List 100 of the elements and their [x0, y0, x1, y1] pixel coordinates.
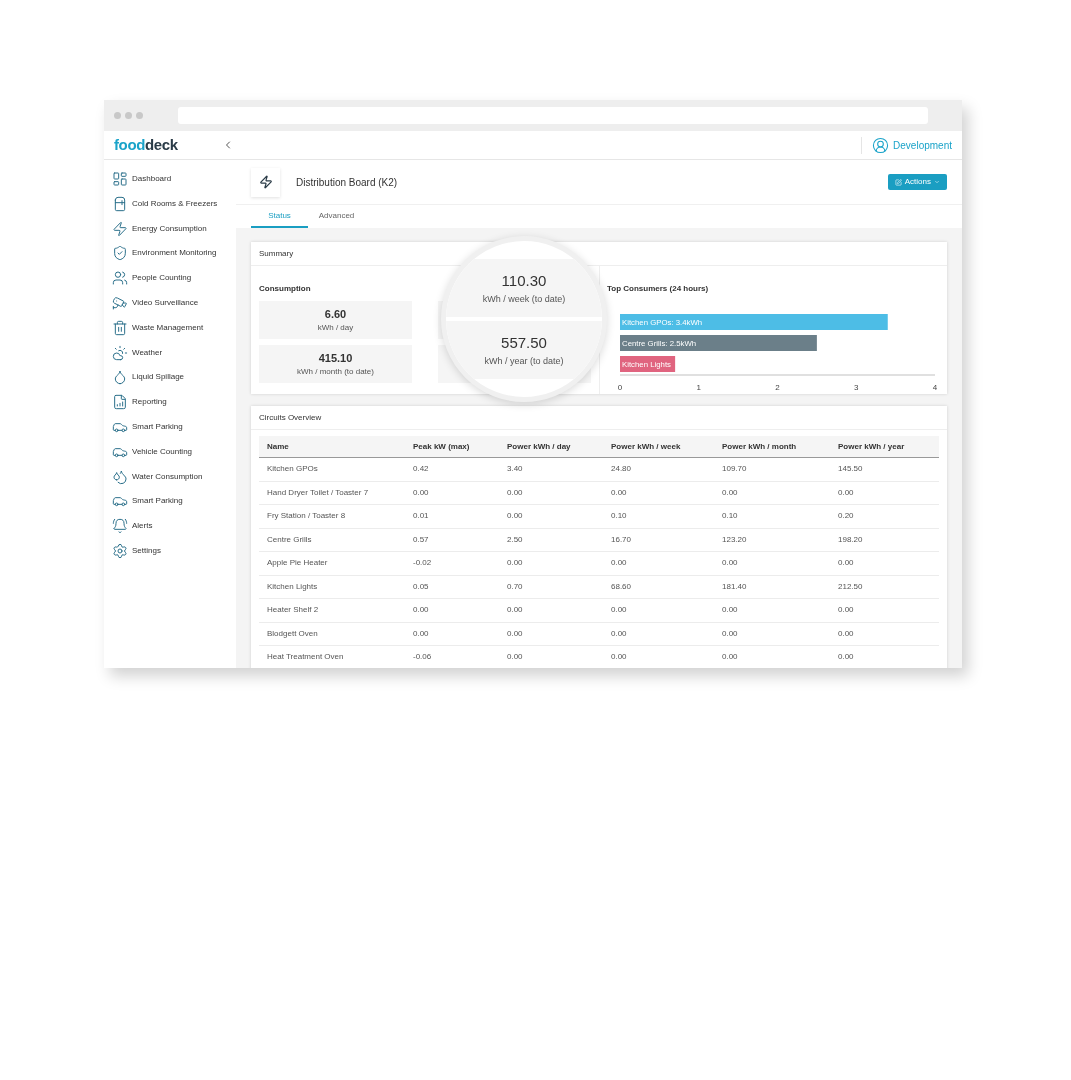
table-cell-text: Kitchen GPOs	[267, 463, 319, 476]
table-cell-text: Heat Treatment Oven	[267, 651, 345, 664]
table-cell-text: 0.00	[722, 604, 739, 617]
bin-icon[interactable]	[112, 319, 128, 336]
stat-value: 110.30	[501, 271, 547, 291]
settings-icon[interactable]	[112, 542, 128, 559]
sidebar-item[interactable]: Dashboard	[132, 173, 172, 185]
table-cell-text: 0.00	[611, 604, 628, 617]
table-cell-text: 0.00	[507, 604, 524, 617]
chart-bar	[620, 356, 676, 372]
sidebar-item[interactable]: Cold Rooms & Freezers	[132, 197, 218, 210]
table-cell-text: 0.00	[611, 557, 628, 570]
axis-tick-label: 4	[932, 383, 938, 392]
table-cell-text: 0.00	[722, 627, 739, 640]
table-cell-text: 0.00	[507, 557, 524, 570]
sidebar-item[interactable]: Waste Management	[132, 321, 204, 334]
table-cell-text: Apple Pie Heater	[267, 557, 329, 570]
sidebar-item[interactable]: Liquid Spillage	[132, 371, 185, 384]
tab[interactable]: Advanced	[308, 205, 365, 228]
droplets-icon[interactable]	[112, 468, 128, 485]
stat-unit: kWh / day	[317, 322, 354, 335]
sidebar-item[interactable]: Settings	[132, 544, 161, 557]
sidebar-item[interactable]: Smart Parking	[132, 495, 183, 508]
fridge-icon[interactable]	[112, 195, 128, 212]
table-cell-text: 3.40	[507, 463, 524, 476]
caret-icon	[934, 179, 940, 185]
lightning-icon[interactable]	[112, 220, 128, 237]
table-cell-text: 0.00	[507, 627, 524, 640]
table-cell-text: 212.50	[838, 580, 864, 593]
sidebar-item[interactable]: Vehicle Counting	[132, 445, 193, 458]
table-cell-text: 0.00	[507, 510, 524, 523]
table-cell-text: 0.01	[413, 510, 430, 523]
table-cell-text: 0.20	[838, 510, 855, 523]
sidebar-item[interactable]: Environment Monitoring	[132, 247, 217, 260]
table-cell-text: 0.00	[507, 651, 524, 664]
stat-unit: kWh / year (to date)	[484, 354, 564, 368]
people-icon[interactable]	[112, 270, 128, 287]
column-header: Power kWh / week	[611, 440, 682, 453]
table-cell-text: 0.00	[838, 604, 855, 617]
report-icon[interactable]	[112, 394, 128, 411]
table-cell-text: 0.42	[413, 463, 430, 476]
edit-icon	[894, 178, 902, 186]
sidebar-item[interactable]: Weather	[132, 346, 163, 359]
fooddeck-logo[interactable]: fooddeck	[114, 133, 178, 157]
user-icon[interactable]	[872, 136, 890, 154]
table-cell-text: 24.80	[611, 463, 633, 476]
page-title: Distribution Board (K2)	[296, 175, 398, 190]
column-header: Name	[267, 440, 290, 453]
lightning-icon	[258, 175, 273, 189]
table-cell-text: 2.50	[507, 533, 524, 546]
table-cell-text: 145.50	[838, 463, 864, 476]
camera-icon[interactable]	[112, 295, 128, 311]
table-cell-text: 0.00	[838, 486, 855, 499]
table-cell-text: 0.00	[722, 651, 739, 664]
sidebar-item[interactable]: Video Surveillance	[132, 297, 199, 309]
table-cell-text: Centre Grills	[267, 533, 313, 546]
axis-tick-label: 2	[775, 383, 780, 392]
column-header: Power kWh / year	[838, 440, 906, 453]
sidebar-item[interactable]: Energy Consumption	[132, 222, 207, 235]
dashboard-icon[interactable]	[112, 171, 128, 187]
bell-icon[interactable]	[112, 518, 128, 535]
stat-value: 415.10	[318, 350, 353, 366]
table-cell-text: 0.00	[413, 627, 430, 640]
table-cell-text: 0.00	[507, 486, 524, 499]
table-cell-text: 0.05	[413, 580, 430, 593]
axis-tick-label: 3	[854, 383, 859, 392]
table-cell-text: 68.60	[611, 580, 633, 593]
table-cell-text: -0.06	[413, 651, 433, 664]
drop-icon[interactable]	[112, 369, 128, 386]
table-cell-text: 0.00	[838, 557, 855, 570]
table-cell-text: 0.00	[722, 557, 739, 570]
table-cell-text: 0.57	[413, 533, 430, 546]
cloud-sun-icon[interactable]	[112, 344, 128, 361]
column-header: Peak kW (max)	[413, 440, 471, 453]
stat-unit: kWh / month (to date)	[297, 366, 374, 379]
card-title: Circuits Overview	[259, 411, 322, 424]
shield-icon[interactable]	[112, 245, 128, 262]
table-cell-text: Fry Station / Toaster 8	[267, 510, 347, 523]
table-cell-text: 0.10	[611, 510, 628, 523]
table-cell-text: 0.00	[413, 604, 430, 617]
table-cell-text: 0.00	[722, 486, 739, 499]
table-cell-text: 181.40	[722, 580, 748, 593]
table-cell-text: -0.02	[413, 557, 433, 570]
table-cell-text: 123.20	[722, 533, 748, 546]
sidebar-item[interactable]: Water Consumption	[132, 470, 203, 483]
table-cell-text: 16.70	[611, 533, 633, 546]
stat-value: 557.50	[501, 333, 547, 353]
sidebar-item[interactable]: Smart Parking	[132, 420, 183, 433]
table-cell-text: Hand Dryer Toilet / Toaster 7	[267, 486, 370, 499]
table-cell-text: 0.00	[611, 486, 628, 499]
table-cell-text: 198.20	[838, 533, 864, 546]
sidebar-item[interactable]: People Counting	[132, 272, 192, 285]
stat-unit: kWh / week (to date)	[482, 292, 566, 306]
sidebar-item[interactable]: Reporting	[132, 396, 167, 409]
sidebar-item[interactable]: Alerts	[132, 520, 153, 533]
table-cell-text: 0.00	[611, 627, 628, 640]
chart-title: Top Consumers (24 hours)	[607, 284, 709, 293]
column-header: Power kWh / day	[507, 440, 572, 453]
table-cell-text: Heater Shelf 2	[267, 604, 320, 617]
section-title: Consumption	[259, 284, 311, 293]
